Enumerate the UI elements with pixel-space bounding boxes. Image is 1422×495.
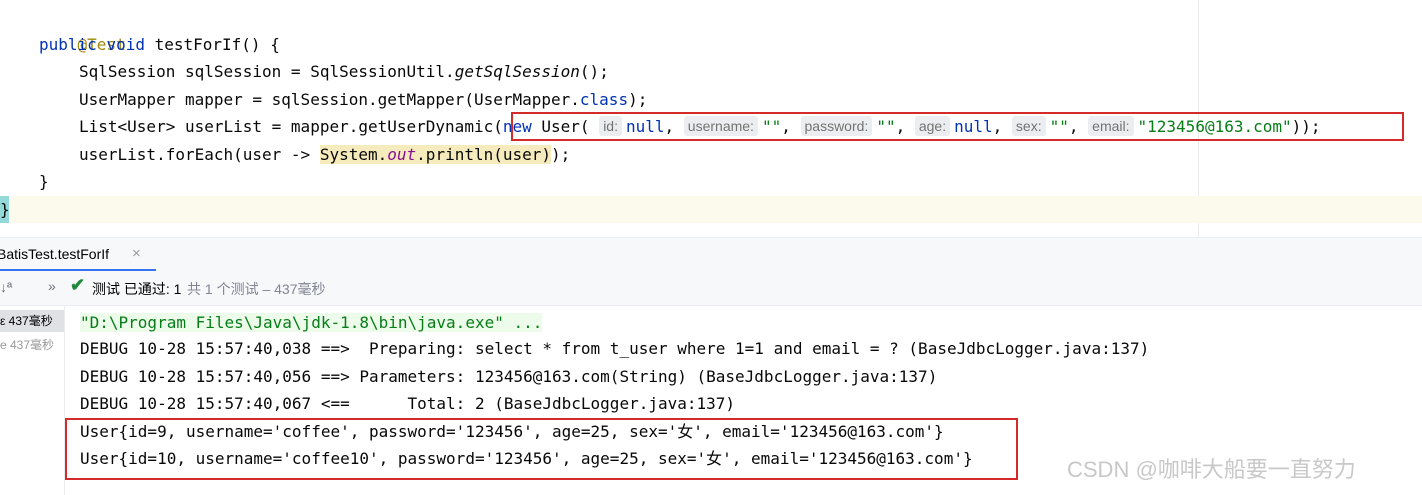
run-tool-window-tabs: BatisTest.testForIf ×	[0, 237, 1422, 272]
highlighted-println-call: System.out.println(user)	[319, 145, 552, 164]
method-name: testForIf() {	[144, 35, 280, 54]
code-line-3[interactable]: SqlSession sqlSession = SqlSessionUtil.g…	[79, 58, 609, 85]
test-results-tree[interactable]: ε 437毫秒 e 437毫秒	[0, 306, 65, 495]
console-debug-total: DEBUG 10-28 15:57:40,067 <== Total: 2 (B…	[80, 394, 736, 413]
test-status-summary: 测试 已通过: 1	[92, 281, 182, 297]
code-text: ();	[579, 62, 609, 81]
close-icon[interactable]: ×	[132, 245, 141, 262]
code-text: System.	[319, 145, 388, 164]
annotation-box-constructor-call	[511, 112, 1404, 141]
tree-item-test-case[interactable]: e 437毫秒	[0, 334, 64, 356]
test-results-toolbar: ↓ª » ✔ 测试 已通过: 1 共 1 个测试 – 437毫秒	[0, 271, 1422, 306]
keyword-class: class	[579, 90, 629, 109]
tree-item-test-suite[interactable]: ε 437毫秒	[0, 310, 64, 332]
test-status-detail: 共 1 个测试 – 437毫秒	[187, 281, 326, 297]
code-text: );	[628, 90, 648, 109]
current-line-highlight	[0, 196, 1422, 223]
code-line-7[interactable]: }	[39, 168, 49, 195]
code-text: .println(user)	[416, 145, 552, 164]
console-debug-preparing: DEBUG 10-28 15:57:40,038 ==> Preparing: …	[80, 339, 1150, 358]
code-line-4[interactable]: UserMapper mapper = sqlSession.getMapper…	[79, 86, 647, 113]
sort-alphabetically-icon[interactable]: ↓ª	[0, 279, 12, 295]
brace-match-marker: }	[0, 196, 10, 223]
code-editor[interactable]: } @Test public void testForIf() { SqlSes…	[0, 0, 1422, 237]
code-text: );	[551, 145, 571, 164]
code-text: UserMapper mapper = sqlSession.getMapper…	[79, 90, 580, 109]
closing-brace-inner: }	[39, 172, 49, 191]
static-method-call: getSqlSession	[454, 62, 580, 81]
static-field-out: out	[387, 145, 417, 164]
tab-title: BatisTest.testForIf	[0, 246, 110, 262]
code-text: userList.forEach(user ->	[79, 145, 320, 164]
test-passed-check-icon: ✔	[70, 275, 86, 295]
closing-brace-outer: }	[0, 200, 10, 219]
annotation-box-results	[65, 418, 1018, 480]
code-line-2[interactable]: public void testForIf() {	[39, 31, 280, 58]
csdn-watermark: CSDN @咖啡大船要一直努力	[1067, 457, 1356, 482]
code-line-6[interactable]: userList.forEach(user -> System.out.prin…	[79, 141, 570, 168]
java-command: "D:\Program Files\Java\jdk-1.8\bin\java.…	[80, 313, 543, 332]
tab-run-config[interactable]: BatisTest.testForIf ×	[0, 238, 156, 272]
keyword-void: void	[106, 35, 145, 54]
code-line-1[interactable]: @Test	[39, 4, 126, 54]
console-debug-parameters: DEBUG 10-28 15:57:40,056 ==> Parameters:…	[80, 367, 938, 386]
console-command-line: "D:\Program Files\Java\jdk-1.8\bin\java.…	[80, 309, 543, 336]
more-actions-icon[interactable]: »	[48, 278, 56, 294]
keyword-public: public	[39, 35, 97, 54]
code-text: SqlSession sqlSession = SqlSessionUtil.	[79, 62, 455, 81]
code-text: List<User> userList = mapper.getUserDyna…	[79, 117, 503, 136]
